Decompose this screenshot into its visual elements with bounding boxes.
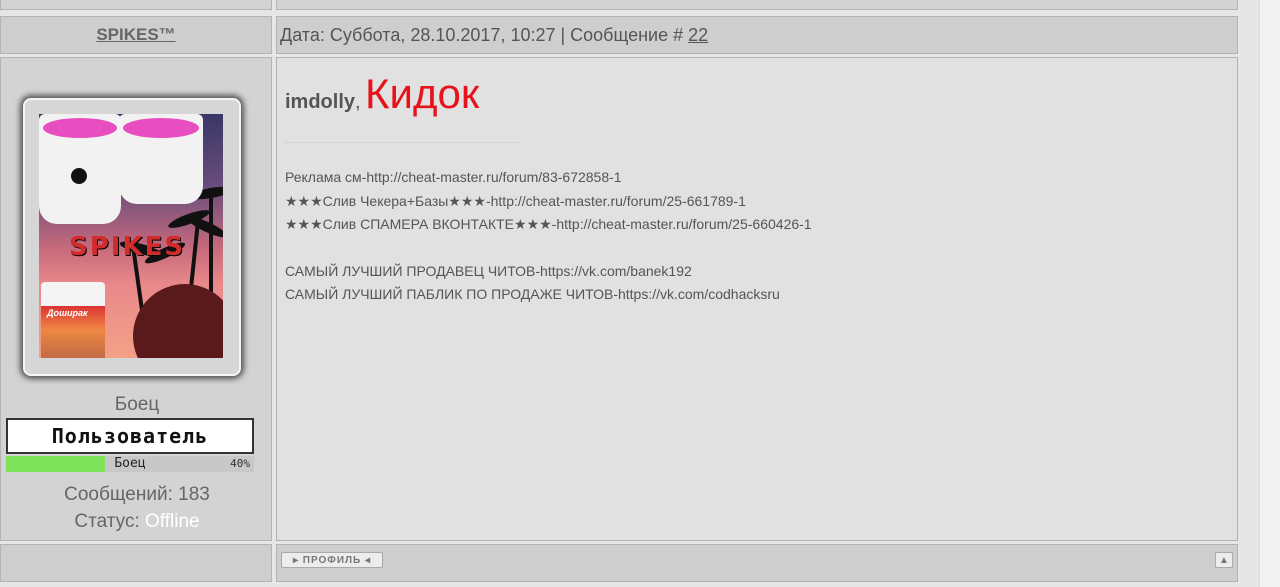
- post-title: imdolly, Кидок: [285, 70, 479, 118]
- rank-progress-bar: Боец 40%: [6, 456, 254, 472]
- avatar: SPIKES Доширак: [39, 114, 223, 358]
- post-meta: Дата: Суббота, 28.10.2017, 10:27 | Сообщ…: [280, 25, 708, 46]
- noodle-pack-label: Доширак: [47, 308, 88, 318]
- prev-row-right: [276, 0, 1238, 10]
- page-scrollbar[interactable]: [1259, 0, 1280, 587]
- chevron-left-icon: ◂: [361, 554, 372, 566]
- status-label: Статус:: [74, 511, 146, 532]
- post-date-text: Дата: Суббота, 28.10.2017, 10:27 | Сообщ…: [280, 24, 689, 45]
- group-badge: Пользователь: [6, 418, 254, 454]
- rank-progress-percent: 40%: [230, 457, 250, 470]
- user-sidebar: SPIKES Доширак Боец Пользователь Боец 40…: [0, 57, 272, 541]
- avatar-caption: SPIKES: [69, 232, 186, 262]
- eight-ball-icon: [71, 168, 87, 184]
- post-body: imdolly, Кидок Реклама см-http://cheat-m…: [276, 57, 1238, 541]
- post-header: Дата: Суббота, 28.10.2017, 10:27 | Сообщ…: [276, 16, 1238, 54]
- post-line: ★★★Слив Чекера+Базы★★★-http://cheat-mast…: [285, 192, 746, 209]
- prev-row-left: [0, 0, 272, 10]
- post-line: ★★★Слив СПАМЕРА ВКОНТАКТЕ★★★-http://chea…: [285, 216, 812, 232]
- post-line: Реклама см-http://cheat-master.ru/forum/…: [285, 169, 622, 185]
- post-headline: Кидок: [365, 70, 480, 117]
- forum-post: SPIKES™ Дата: Суббота, 28.10.2017, 10:27…: [0, 0, 1256, 587]
- status-value: Offline: [145, 511, 200, 532]
- scroll-top-icon[interactable]: ▲: [1215, 552, 1233, 568]
- message-count: Сообщений: 183: [64, 484, 210, 505]
- post-line: САМЫЙ ЛУЧШИЙ ПАБЛИК ПО ПРОДАЖЕ ЧИТОВ-htt…: [285, 286, 780, 302]
- post-footer: ▸ ПРОФИЛЬ ◂ ▲: [276, 544, 1238, 582]
- footer-left: [0, 544, 272, 582]
- post-author-cell: SPIKES™: [0, 16, 272, 54]
- chevron-right-icon: ▸: [292, 554, 303, 566]
- post-number-link[interactable]: 22: [688, 25, 708, 45]
- profile-button[interactable]: ▸ ПРОФИЛЬ ◂: [281, 552, 383, 568]
- post-line: САМЫЙ ЛУЧШИЙ ПРОДАВЕЦ ЧИТОВ-https://vk.c…: [285, 262, 692, 279]
- addressee-separator: ,: [355, 91, 361, 113]
- post-text: Реклама см-http://cheat-master.ru/forum/…: [285, 166, 812, 307]
- author-link[interactable]: SPIKES™: [96, 25, 175, 45]
- user-rank: Боец: [114, 394, 160, 415]
- divider: [285, 142, 519, 143]
- noodle-pack-icon: Доширак: [41, 282, 105, 358]
- avatar-circle: [133, 284, 223, 358]
- user-status: Статус: Offline: [1, 511, 273, 533]
- avatar-frame: SPIKES Доширак: [23, 98, 241, 376]
- rank-progress-label: Боец: [114, 456, 146, 471]
- addressee-name: imdolly: [285, 91, 356, 113]
- profile-button-label: ПРОФИЛЬ: [302, 554, 362, 566]
